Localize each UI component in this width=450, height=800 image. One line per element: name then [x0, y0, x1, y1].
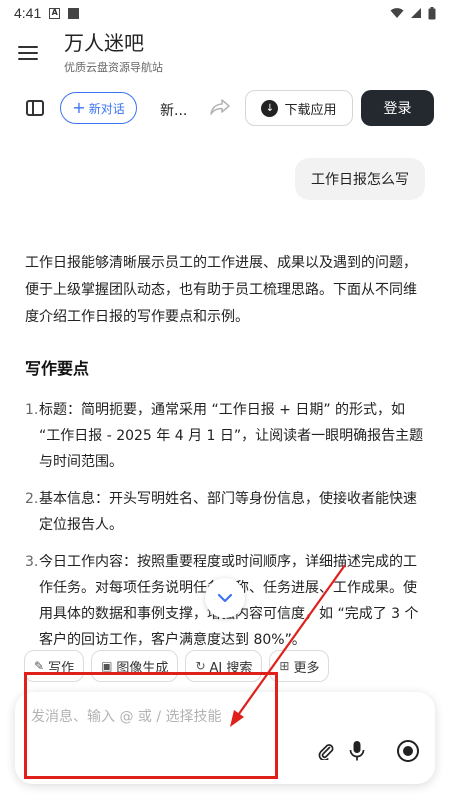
chevron-down-icon	[217, 593, 233, 603]
signal-icon	[411, 8, 421, 18]
conversation-title[interactable]: 新...	[160, 100, 187, 120]
download-label: 下载应用	[284, 102, 337, 118]
skill-chip-more[interactable]: ⊞ 更多	[269, 650, 330, 682]
download-icon: ↓	[261, 99, 279, 117]
paperclip-icon[interactable]	[317, 742, 335, 760]
battery-icon	[428, 6, 436, 19]
list-item-text: 基本信息：开头写明姓名、部门等身份信息，使接收者能快速定位报告人。	[39, 491, 417, 533]
download-app-button[interactable]: ↓ 下载应用	[245, 90, 353, 126]
skill-chip-label: 图像生成	[116, 660, 169, 676]
sidebar-toggle-icon[interactable]	[26, 100, 44, 116]
answer-intro: 工作日报能够清晰展示员工的工作进展、成果以及遇到的问题，便于上级掌握团队动态，也…	[25, 255, 417, 325]
menu-icon[interactable]	[18, 46, 38, 60]
skill-chip-writing[interactable]: ✎ 写作	[24, 650, 85, 682]
list-item: 2. 基本信息：开头写明姓名、部门等身份信息，使接收者能快速定位报告人。	[25, 486, 427, 538]
skill-chip-image-generation[interactable]: ▣ 图像生成	[91, 650, 179, 682]
list-item: 1. 标题：简明扼要，通常采用 “工作日报 + 日期” 的形式，如 “工作日报 …	[25, 397, 427, 475]
skill-chip-ai-search[interactable]: ↻ AI 搜索	[185, 650, 263, 682]
site-title: 万人迷吧	[64, 31, 144, 55]
site-titles: 万人迷吧 优质云盘资源导航站	[64, 31, 163, 75]
skill-chip-label: 写作	[48, 660, 75, 676]
list-item-text: 标题：简明扼要，通常采用 “工作日报 + 日期” 的形式，如 “工作日报 - 2…	[39, 402, 424, 470]
voice-record-button[interactable]	[397, 740, 419, 762]
notification-a-icon: A	[49, 7, 61, 19]
chat-toolbar: + 新对话 新... ↓ 下载应用 登录	[0, 84, 450, 134]
plus-icon: +	[72, 98, 86, 117]
answer-section-title: 写作要点	[25, 359, 90, 378]
image-icon: ▣	[101, 659, 113, 673]
user-message-bubble: 工作日报怎么写	[295, 158, 425, 200]
new-chat-button[interactable]: + 新对话	[60, 92, 137, 124]
status-bar: 4:41 A	[0, 0, 450, 26]
share-icon[interactable]	[209, 97, 231, 117]
wifi-icon	[390, 8, 404, 18]
message-input[interactable]	[31, 702, 331, 732]
pen-icon: ✎	[34, 659, 45, 673]
new-chat-label: 新对话	[88, 101, 125, 116]
login-button[interactable]: 登录	[361, 90, 434, 126]
grid-icon: ⊞	[279, 659, 290, 673]
list-item-number: 2.	[25, 491, 39, 507]
skill-chip-label: 更多	[293, 660, 320, 676]
skill-chips: ✎ 写作 ▣ 图像生成 ↻ AI 搜索 ⊞ 更多	[24, 650, 330, 682]
site-subtitle: 优质云盘资源导航站	[64, 61, 163, 74]
list-item-number: 3.	[25, 554, 39, 570]
site-header: 万人迷吧 优质云盘资源导航站	[0, 26, 450, 80]
notification-square-icon	[68, 7, 80, 19]
status-time: 4:41	[14, 5, 42, 21]
microphone-icon[interactable]	[348, 740, 366, 762]
message-composer	[15, 692, 435, 784]
refresh-search-icon: ↻	[195, 659, 206, 673]
list-item-number: 1.	[25, 402, 39, 418]
scroll-to-bottom-button[interactable]	[205, 578, 245, 618]
skill-chip-label: AI 搜索	[209, 660, 253, 676]
